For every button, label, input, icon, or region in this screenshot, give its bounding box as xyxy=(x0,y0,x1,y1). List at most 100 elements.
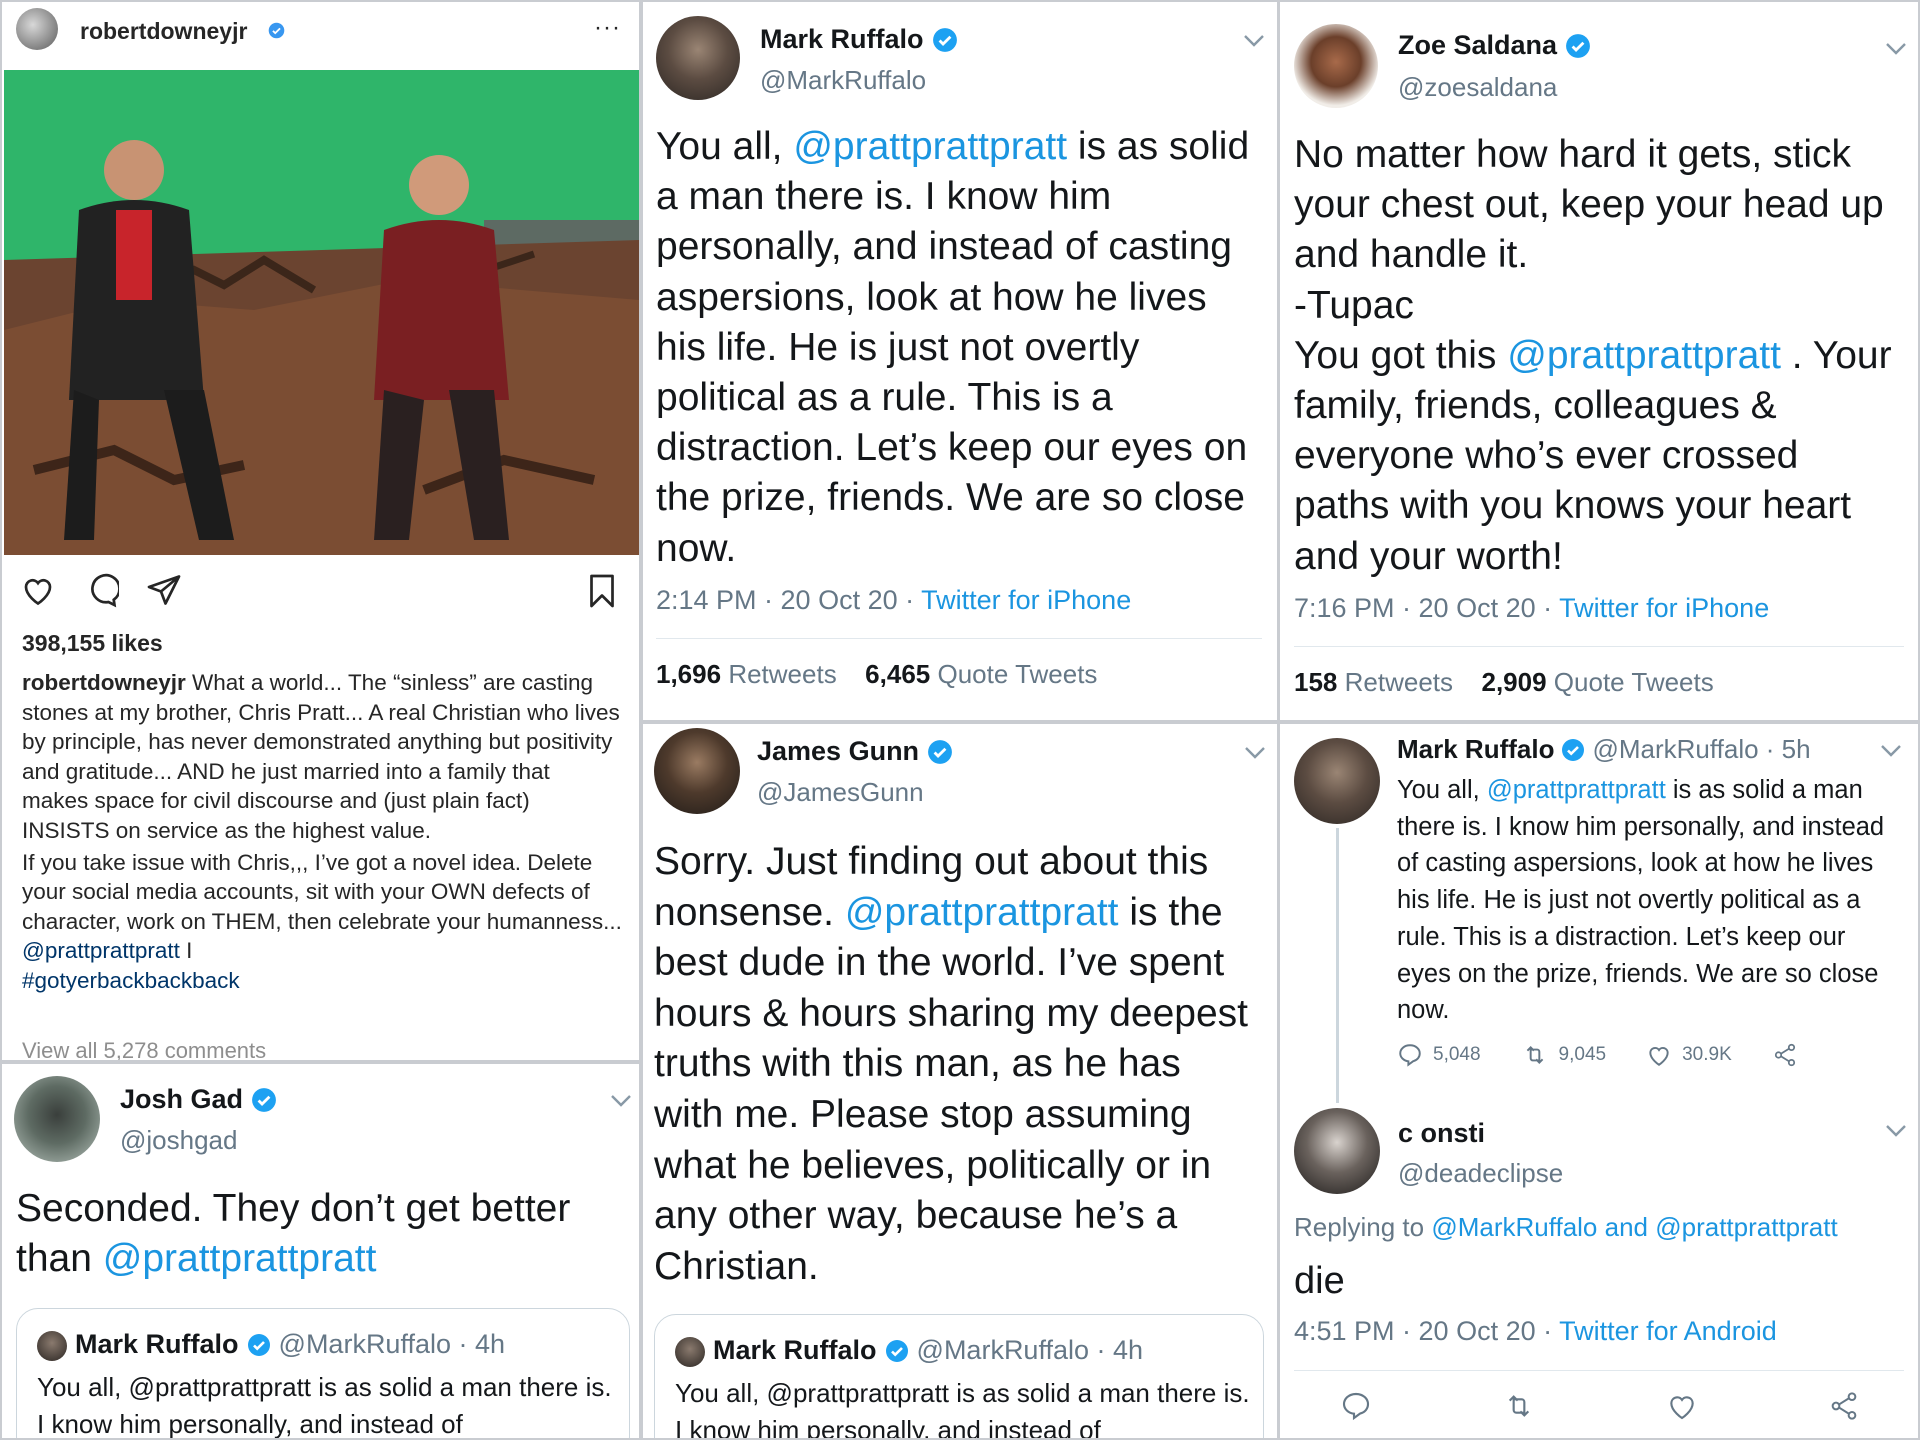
retweet-icon[interactable] xyxy=(1521,1042,1549,1068)
gad-name-row: Josh Gad xyxy=(120,1084,277,1115)
gad-avatar[interactable] xyxy=(14,1076,100,1162)
divider xyxy=(656,638,1262,639)
instagram-avatar[interactable] xyxy=(16,8,58,50)
instagram-photo[interactable] xyxy=(4,70,639,555)
chevron-down-icon[interactable] xyxy=(1244,746,1266,760)
divider xyxy=(1294,646,1904,647)
reply-name[interactable]: c onsti xyxy=(1398,1118,1485,1149)
tweet-source[interactable]: Twitter for iPhone xyxy=(1559,593,1769,623)
quoted-tweet[interactable]: Mark Ruffalo @MarkRuffalo · 4h You all, … xyxy=(16,1308,630,1438)
mention-link[interactable]: @prattprattpratt xyxy=(103,1237,377,1280)
replying-and: and xyxy=(1597,1212,1656,1242)
ruffalo-avatar[interactable] xyxy=(656,16,740,100)
retweet-label[interactable]: Retweets xyxy=(728,659,836,689)
reply-timestamp[interactable]: 4:51 PM · 20 Oct 20 · xyxy=(1294,1316,1559,1346)
thread-connector-line xyxy=(1336,828,1339,1103)
quote-label[interactable]: Quote Tweets xyxy=(1554,667,1714,697)
like-heart-icon[interactable] xyxy=(1666,1390,1698,1422)
mention-link[interactable]: @prattprattpratt xyxy=(1507,334,1781,377)
saldana-handle[interactable]: @zoesaldana xyxy=(1398,72,1557,103)
set-scene xyxy=(4,70,639,555)
mention-link[interactable]: @prattprattpratt xyxy=(1487,776,1666,804)
caption-mention[interactable]: @prattprattpratt xyxy=(22,938,180,963)
reply-actions xyxy=(1340,1390,1860,1422)
chevron-down-icon[interactable] xyxy=(610,1094,632,1108)
chevron-down-icon[interactable] xyxy=(1885,42,1907,56)
like-heart-icon[interactable] xyxy=(1646,1042,1672,1068)
replying-to-link-1[interactable]: @MarkRuffalo xyxy=(1431,1212,1597,1242)
verified-icon xyxy=(932,27,957,52)
saldana-name[interactable]: Zoe Saldana xyxy=(1398,30,1557,61)
mention-link[interactable]: @prattprattpratt xyxy=(793,125,1067,168)
tweet-timestamp[interactable]: 7:16 PM · 20 Oct 20 · xyxy=(1294,593,1559,623)
thread-actions: 5,048 9,045 30.9K xyxy=(1397,1042,1798,1068)
ruffalo-name-row: Mark Ruffalo xyxy=(760,24,958,55)
reply-handle[interactable]: @deadeclipse xyxy=(1398,1158,1563,1189)
share-icon[interactable] xyxy=(1772,1042,1798,1068)
likes-count[interactable]: 398,155 likes xyxy=(22,630,163,657)
ruffalo-handle[interactable]: @MarkRuffalo xyxy=(760,65,926,96)
share-icon[interactable] xyxy=(1828,1390,1860,1422)
caption-paragraph-1: robertdowneyjr What a world... The “sinl… xyxy=(22,668,622,846)
quote-label[interactable]: Quote Tweets xyxy=(937,659,1097,689)
thread-handle[interactable]: @MarkRuffalo · 5h xyxy=(1592,734,1810,765)
reply-icon[interactable] xyxy=(1397,1042,1423,1068)
quoted-header: Mark Ruffalo @MarkRuffalo · 4h xyxy=(75,1329,505,1360)
gunn-handle[interactable]: @JamesGunn xyxy=(757,777,924,808)
tweet-timestamp[interactable]: 2:14 PM · 20 Oct 20 · xyxy=(656,585,921,615)
retweet-label[interactable]: Retweets xyxy=(1345,667,1453,697)
reply-source[interactable]: Twitter for Android xyxy=(1559,1316,1777,1346)
chevron-down-icon[interactable] xyxy=(1243,34,1265,48)
tweet-line-1: No matter how hard it gets, stick your c… xyxy=(1294,133,1884,277)
save-bookmark-icon[interactable] xyxy=(584,572,620,610)
reply-text: die xyxy=(1294,1260,1345,1302)
quoted-handle: @MarkRuffalo · 4h xyxy=(916,1335,1144,1365)
caption-username[interactable]: robertdowneyjr xyxy=(22,670,186,695)
instagram-username[interactable]: robertdowneyjr xyxy=(80,18,247,45)
thread-avatar[interactable] xyxy=(1294,738,1380,824)
reply-avatar[interactable] xyxy=(1294,1108,1380,1194)
replying-to-link-2[interactable]: @prattprattpratt xyxy=(1655,1212,1837,1242)
reply-icon[interactable] xyxy=(1340,1390,1372,1422)
caption-text-2: If you take issue with Chris,,, I’ve got… xyxy=(22,849,622,934)
verified-icon xyxy=(268,22,285,39)
retweet-count[interactable]: 1,696 xyxy=(656,659,721,689)
gunn-name[interactable]: James Gunn xyxy=(757,736,919,767)
quoted-tweet[interactable]: Mark Ruffalo @MarkRuffalo · 4h You all, … xyxy=(654,1314,1264,1438)
verified-icon xyxy=(247,1333,270,1356)
chevron-down-icon[interactable] xyxy=(1880,744,1902,758)
ruffalo-tweet-text: You all, @prattprattpratt is as solid a … xyxy=(656,122,1256,574)
quote-count[interactable]: 2,909 xyxy=(1481,667,1546,697)
replying-to: Replying to @MarkRuffalo and @prattpratt… xyxy=(1294,1212,1838,1243)
gad-handle[interactable]: @joshgad xyxy=(120,1125,237,1156)
tweet-source[interactable]: Twitter for iPhone xyxy=(921,585,1131,615)
tweet-text-after: is as solid a man there is. I know him p… xyxy=(656,125,1250,570)
chevron-down-icon[interactable] xyxy=(1885,1124,1907,1138)
caption-hashtag[interactable]: #gotyerbackbackback xyxy=(22,966,622,996)
ruffalo-name[interactable]: Mark Ruffalo xyxy=(760,24,924,55)
thread-name[interactable]: Mark Ruffalo xyxy=(1397,734,1554,765)
mention-link[interactable]: @prattprattpratt xyxy=(845,891,1119,934)
tweet-text-before: You all, xyxy=(656,125,794,168)
gunn-avatar[interactable] xyxy=(654,728,740,814)
thread-header: Mark Ruffalo @MarkRuffalo · 5h xyxy=(1397,734,1811,765)
verified-icon xyxy=(252,1087,276,1112)
tweet-line-2: -Tupac xyxy=(1294,283,1414,327)
quote-count[interactable]: 6,465 xyxy=(865,659,930,689)
share-paper-plane-icon[interactable] xyxy=(146,572,182,608)
gad-name[interactable]: Josh Gad xyxy=(120,1084,243,1115)
quoted-avatar xyxy=(37,1331,67,1361)
saldana-tweet-meta: 7:16 PM · 20 Oct 20 · Twitter for iPhone xyxy=(1294,593,1769,624)
retweet-icon[interactable] xyxy=(1502,1390,1536,1422)
caption-separator: I xyxy=(179,938,193,964)
gunn-name-row: James Gunn xyxy=(757,736,953,767)
comment-icon[interactable] xyxy=(83,572,119,608)
view-comments-link[interactable]: View all 5,278 comments xyxy=(22,1038,266,1060)
more-options-icon[interactable]: ··· xyxy=(594,14,621,42)
saldana-avatar[interactable] xyxy=(1294,24,1378,108)
gad-tweet: Josh Gad @joshgad Seconded. They don’t g… xyxy=(2,1064,639,1438)
reply-count: 5,048 xyxy=(1433,1044,1481,1065)
like-heart-icon[interactable] xyxy=(19,572,57,608)
retweet-count[interactable]: 158 xyxy=(1294,667,1337,697)
quoted-avatar xyxy=(675,1337,705,1367)
